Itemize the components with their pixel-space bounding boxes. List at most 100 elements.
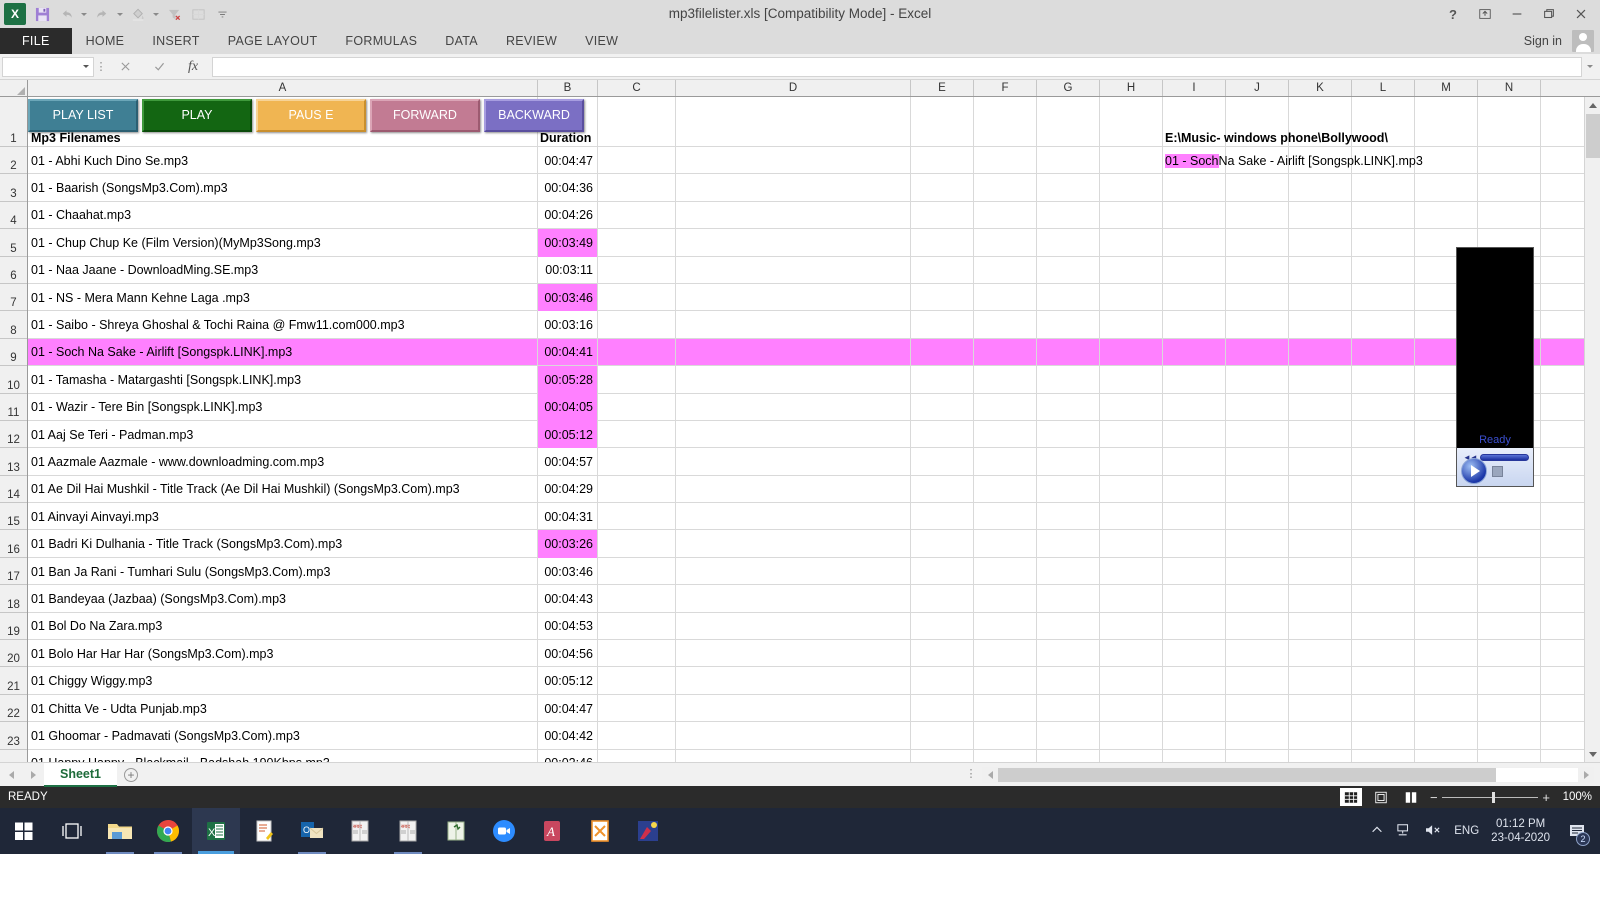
cell-l18[interactable] [1352, 585, 1415, 613]
ribbon-display-options-icon[interactable] [1470, 2, 1500, 26]
table-row[interactable]: 01 Bandeyaa (Jazbaa) (SongsMp3.Com).mp3 0… [28, 585, 1600, 613]
cell-h9[interactable] [1100, 338, 1163, 367]
cell-e6[interactable] [911, 256, 974, 284]
scroll-right-icon[interactable] [1578, 767, 1594, 783]
table-row[interactable]: 01 Aazmale Aazmale - www.downloadming.co… [28, 448, 1600, 476]
undo-icon[interactable] [55, 3, 77, 25]
table-row[interactable]: 01 - Chup Chup Ke (Film Version)(MyMp3So… [28, 229, 1600, 257]
table-row[interactable]: 01 - Tamasha - Matargashti [Songspk.LINK… [28, 366, 1600, 394]
cell-c2[interactable] [598, 147, 676, 175]
start-button[interactable] [0, 808, 48, 854]
cell-d3[interactable] [676, 174, 911, 202]
zoom-level[interactable]: 100% [1558, 791, 1592, 803]
row-header-2[interactable]: 2 [0, 147, 27, 175]
cell-e20[interactable] [911, 640, 974, 668]
cell-k11[interactable] [1289, 393, 1352, 421]
cell-a2-filename[interactable]: 01 - Abhi Kuch Dino Se.mp3 [28, 147, 538, 175]
cell-b16-duration[interactable]: 00:03:26 [538, 530, 598, 558]
redo-dropdown-icon[interactable] [115, 3, 125, 25]
cell-i16[interactable] [1163, 530, 1226, 558]
cell-i5[interactable] [1163, 229, 1226, 257]
cell-c21[interactable] [598, 667, 676, 695]
cell-c10[interactable] [598, 366, 676, 394]
cell-e15[interactable] [911, 503, 974, 531]
table-row[interactable]: 01 Chiggy Wiggy.mp3 00:05:12 [28, 667, 1600, 695]
cell-b22-duration[interactable]: 00:04:47 [538, 694, 598, 723]
row-header-22[interactable]: 22 [0, 695, 27, 723]
column-header-i[interactable]: I [1163, 80, 1226, 96]
volume-muted-icon[interactable] [1424, 823, 1442, 840]
cell-k19[interactable] [1289, 612, 1352, 641]
cell-h1[interactable] [1100, 97, 1163, 147]
avatar[interactable] [1572, 30, 1594, 52]
row-header-18[interactable]: 18 [0, 585, 27, 613]
cell-d20[interactable] [676, 640, 911, 668]
cell-c16[interactable] [598, 530, 676, 558]
table-row[interactable]: 01 Aaj Se Teri - Padman.mp3 00:05:12 [28, 420, 1600, 449]
reader-icon[interactable] [432, 808, 480, 854]
cell-f17[interactable] [974, 557, 1037, 586]
row-header-7[interactable]: 7 [0, 284, 27, 312]
cell-l9[interactable] [1352, 338, 1415, 367]
cell-k23[interactable] [1289, 722, 1352, 750]
row-header-20[interactable]: 20 [0, 640, 27, 668]
row-header-11[interactable]: 11 [0, 394, 27, 421]
cell-b18-duration[interactable]: 00:04:43 [538, 585, 598, 613]
network-icon[interactable] [1396, 823, 1412, 840]
paint-icon[interactable] [624, 808, 672, 854]
cancel-icon[interactable] [108, 56, 142, 78]
cell-l19[interactable] [1352, 612, 1415, 641]
cell-l10[interactable] [1352, 366, 1415, 394]
cell-e14[interactable] [911, 475, 974, 504]
cell-e16[interactable] [911, 530, 974, 558]
help-icon[interactable]: ? [1438, 2, 1468, 26]
cell-b4-duration[interactable]: 00:04:26 [538, 201, 598, 230]
cell-c13[interactable] [598, 448, 676, 476]
table-row[interactable]: 01 Bol Do Na Zara.mp3 00:04:53 [28, 612, 1600, 641]
cell-i23[interactable] [1163, 722, 1226, 750]
cell-g18[interactable] [1037, 585, 1100, 613]
cell-g23[interactable] [1037, 722, 1100, 750]
cell-n4[interactable] [1478, 201, 1541, 230]
cell-m20[interactable] [1415, 640, 1478, 668]
cell-g5[interactable] [1037, 229, 1100, 257]
stop-icon[interactable] [1492, 465, 1503, 477]
grid-cells[interactable]: Mp3 Filenames Duration E:\Music- windows p… [28, 97, 1600, 762]
cell-e4[interactable] [911, 201, 974, 230]
button-paus-e[interactable]: PAUS E [256, 98, 366, 132]
cell-j14[interactable] [1226, 475, 1289, 504]
cell-a15-filename[interactable]: 01 Ainvayi Ainvayi.mp3 [28, 503, 538, 531]
cell-e17[interactable] [911, 557, 974, 586]
cell-f15[interactable] [974, 503, 1037, 531]
normal-view-icon[interactable] [1340, 788, 1362, 806]
row-header-12[interactable]: 12 [0, 421, 27, 449]
cell-i20[interactable] [1163, 640, 1226, 668]
cell-a22-filename[interactable]: 01 Chitta Ve - Udta Punjab.mp3 [28, 694, 538, 723]
select-all-corner[interactable] [0, 80, 28, 96]
cell-n18[interactable] [1478, 585, 1541, 613]
cell-h23[interactable] [1100, 722, 1163, 750]
cell-g21[interactable] [1037, 667, 1100, 695]
cell-f24[interactable] [974, 749, 1037, 762]
dictionary-icon[interactable]: सबद [336, 808, 384, 854]
cell-a12-filename[interactable]: 01 Aaj Se Teri - Padman.mp3 [28, 420, 538, 449]
column-header-a[interactable]: A [28, 80, 538, 96]
cell-j19[interactable] [1226, 612, 1289, 641]
cell-i4[interactable] [1163, 201, 1226, 230]
cell-j21[interactable] [1226, 667, 1289, 695]
cell-e19[interactable] [911, 612, 974, 641]
cell-a9-filename[interactable]: 01 - Soch Na Sake - Airlift [Songspk.LIN… [28, 338, 538, 367]
column-header-j[interactable]: J [1226, 80, 1289, 96]
google-chrome-icon[interactable] [144, 808, 192, 854]
tab-home[interactable]: HOME [72, 28, 139, 54]
cell-l21[interactable] [1352, 667, 1415, 695]
cell-j6[interactable] [1226, 256, 1289, 284]
cell-n22[interactable] [1478, 694, 1541, 723]
horizontal-scrollbar[interactable] [982, 766, 1594, 783]
borders-icon[interactable] [187, 3, 209, 25]
cell-a8-filename[interactable]: 01 - Saibo - Shreya Ghoshal & Tochi Rain… [28, 311, 538, 339]
cell-e10[interactable] [911, 366, 974, 394]
vertical-scroll-thumb[interactable] [1586, 114, 1600, 158]
table-row[interactable]: 01 Happy Happy - Blackmail - Badshah 190… [28, 749, 1600, 762]
macro-button-bar[interactable]: PLAY LIST PLAY PAUS E FORWARD BACKWARD [28, 97, 588, 133]
